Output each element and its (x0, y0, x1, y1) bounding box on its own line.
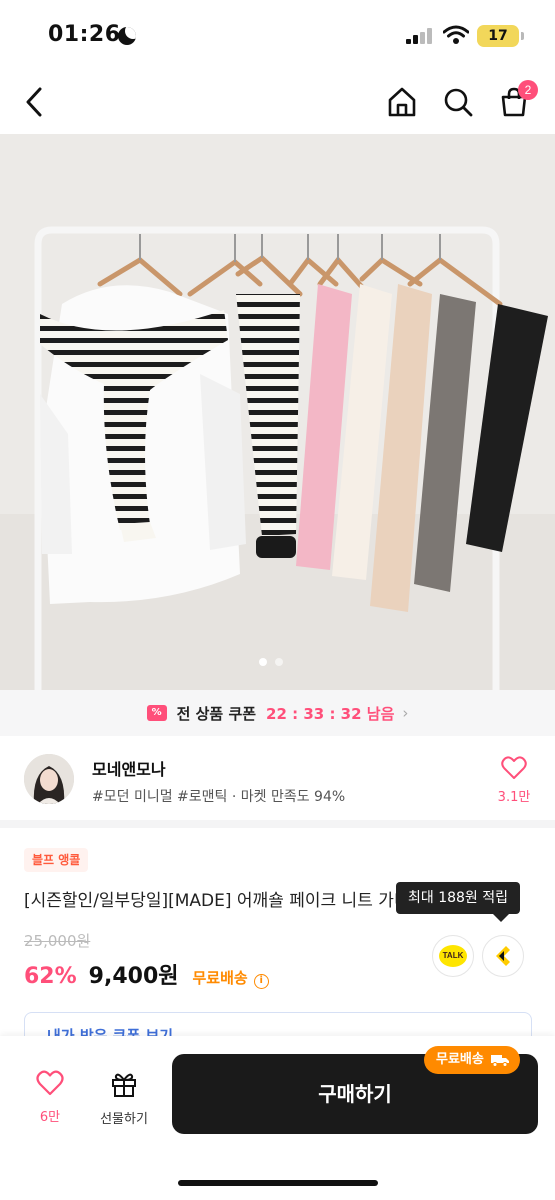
like-count: 6만 (39, 1110, 61, 1125)
kakao-point-button[interactable] (482, 935, 524, 977)
home-icon (388, 87, 416, 117)
product-image[interactable] (0, 134, 555, 690)
pagination-dot-active[interactable] (259, 658, 267, 666)
heart-icon (501, 756, 527, 779)
image-pagination (259, 658, 283, 666)
home-button[interactable] (382, 82, 422, 122)
store-like-count: 3.1만 (497, 790, 531, 805)
coupon-banner[interactable]: % 전 상품 쿠폰 22 : 33 : 32 남음 › (0, 690, 555, 736)
store-row[interactable]: 모네앤모나 #모던 미니멀 #로맨틱 · 마켓 만족도 94% 3.1만 (0, 736, 555, 828)
gift-button[interactable]: 선물하기 (94, 1070, 154, 1127)
kakao-talk-button[interactable]: TALK (432, 935, 474, 977)
moon-icon (118, 27, 136, 45)
search-icon (444, 88, 473, 117)
home-indicator (178, 1180, 378, 1186)
battery-indicator: 17 (477, 25, 519, 47)
battery-nub (521, 32, 524, 40)
top-nav: 2 (0, 72, 555, 134)
points-tooltip: 최대 188원 적립 (396, 882, 521, 922)
truck-icon (490, 1055, 509, 1067)
store-name[interactable]: 모네앤모나 (92, 756, 166, 780)
price-row: 62% 9,400원 무료배송 i (24, 958, 269, 990)
free-shipping-chip: 무료배송 (424, 1046, 520, 1074)
original-price: 25,000원 (24, 932, 91, 950)
info-icon[interactable]: i (253, 974, 269, 989)
product-photo (0, 134, 555, 690)
cart-button[interactable]: 2 (494, 80, 538, 122)
like-button[interactable]: 6만 (20, 1070, 80, 1125)
gift-icon (112, 1073, 136, 1097)
back-icon (26, 87, 42, 117)
store-avatar[interactable] (24, 754, 74, 804)
shipping-label: 무료배송 (192, 969, 248, 987)
coupon-icon: % (146, 705, 167, 721)
status-time: 01:26 (48, 22, 121, 47)
kakao-talk-icon: TALK (439, 945, 467, 967)
discount-rate: 62% (24, 964, 77, 989)
store-like-button[interactable]: 3.1만 (490, 756, 538, 805)
gift-label: 선물하기 (100, 1112, 148, 1127)
signal-icon (406, 28, 432, 44)
status-bar: 01:26 17 (0, 0, 555, 72)
search-button[interactable] (438, 82, 478, 122)
pagination-dot[interactable] (275, 658, 283, 666)
coupon-timer: 22 : 33 : 32 남음 (266, 704, 395, 723)
free-shipping-chip-label: 무료배송 (436, 1052, 484, 1067)
sale-price: 9,400원 (88, 964, 179, 989)
kakao-point-icon (496, 946, 510, 966)
avatar-image (24, 754, 74, 804)
heart-icon (36, 1070, 64, 1096)
store-tags: #모던 미니멀 #로맨틱 · 마켓 만족도 94% (92, 789, 346, 805)
wifi-icon (443, 25, 469, 44)
back-button[interactable] (14, 82, 54, 122)
bottom-action-bar: 6만 선물하기 구매하기 무료배송 (0, 1036, 555, 1200)
chevron-right-icon: › (402, 704, 409, 722)
coupon-label: 전 상품 쿠폰 (176, 704, 257, 723)
cart-badge: 2 (518, 80, 538, 100)
promo-badge: 블프 앵콜 (24, 848, 89, 872)
